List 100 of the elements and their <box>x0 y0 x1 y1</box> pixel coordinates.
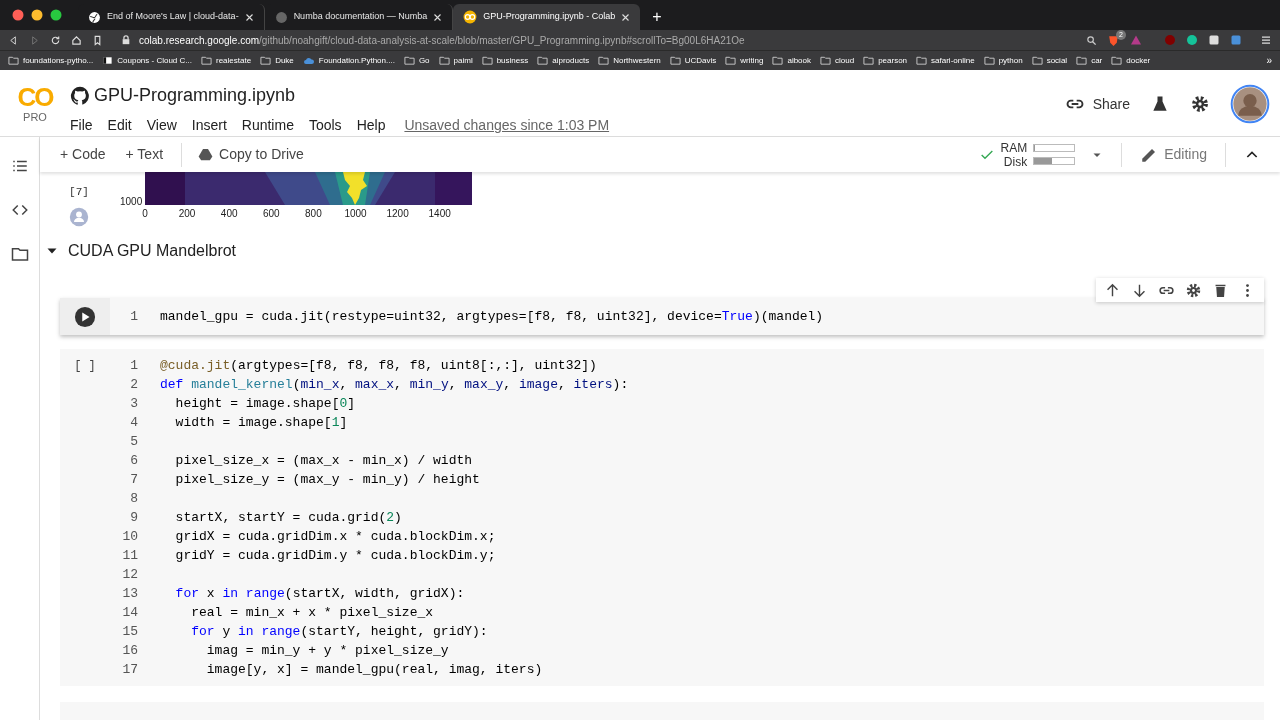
avatar-icon[interactable] <box>1230 84 1270 124</box>
github-icon <box>70 85 90 106</box>
circle-icon[interactable] <box>1186 34 1198 46</box>
close-icon[interactable] <box>621 12 631 22</box>
close-icon[interactable] <box>433 12 443 22</box>
square-icon[interactable] <box>1208 34 1220 46</box>
line-number: 4 <box>129 413 138 432</box>
add-code-button[interactable]: + Code <box>56 144 110 165</box>
folder-icon <box>537 55 549 66</box>
line-number: 7 <box>129 470 138 489</box>
move-up-icon[interactable] <box>1104 281 1121 299</box>
add-text-button[interactable]: + Text <box>121 144 168 165</box>
settings-icon[interactable] <box>1190 94 1210 114</box>
axis-tick-label: 600 <box>262 207 280 221</box>
bookmark-item[interactable]: docker <box>1111 54 1151 67</box>
unsaved-changes-link[interactable]: Unsaved changes since 1:03 PM <box>404 115 610 136</box>
execution-count: [ ] <box>74 358 96 375</box>
bookmark-item[interactable]: cloud <box>820 54 855 67</box>
line-number: 13 <box>121 584 138 603</box>
share-button[interactable]: Share <box>1064 93 1130 115</box>
line-number: 2 <box>129 375 138 394</box>
code-line: for x in range(startX, width, gridX): <box>174 584 465 603</box>
menu-item[interactable]: View <box>146 115 177 136</box>
axis-tick-label: 200 <box>178 207 196 221</box>
bookmark-item[interactable]: writing <box>725 54 764 67</box>
folder-icon[interactable] <box>10 245 29 263</box>
user-icon <box>69 206 89 227</box>
drive-icon <box>198 147 214 162</box>
folder-icon <box>598 55 610 66</box>
menu-icon[interactable] <box>1260 34 1272 46</box>
window-control-icon[interactable] <box>50 9 62 21</box>
reload-icon[interactable] <box>50 34 61 46</box>
editing-mode-button[interactable]: Editing <box>1140 144 1207 165</box>
globe-icon <box>274 10 288 24</box>
tab-title: End of Moore's Law | cloud-data- <box>107 10 239 24</box>
resource-label: Disk <box>1003 154 1028 169</box>
home-icon[interactable] <box>71 34 82 46</box>
flask-icon[interactable] <box>1150 94 1170 114</box>
menu-item[interactable]: Help <box>356 115 386 136</box>
menu-item[interactable]: Edit <box>107 115 132 136</box>
bookmark-item[interactable]: safari-online <box>916 54 975 67</box>
line-number: 15 <box>121 622 138 641</box>
bookmark-item[interactable]: aibook <box>772 54 811 67</box>
bookmark-item[interactable]: foundations-pytho... <box>8 54 94 67</box>
colab-logo-icon <box>463 10 478 24</box>
line-number: 6 <box>129 451 138 470</box>
tab-title: GPU-Programming.ipynb - Colab <box>483 10 616 24</box>
settings-icon[interactable] <box>1185 281 1202 299</box>
more-bookmarks-button[interactable]: » <box>1266 53 1272 68</box>
bookmark-item[interactable]: Go <box>403 54 430 67</box>
axis-tick-label: 1400 <box>428 207 451 221</box>
bookmark-item[interactable]: pearson <box>863 54 908 67</box>
bookmark-icon[interactable] <box>92 34 103 46</box>
menu-item[interactable]: Insert <box>191 115 227 136</box>
bookmark-item[interactable]: car <box>1076 54 1103 67</box>
line-number: 5 <box>129 432 138 451</box>
line-number: 17 <box>121 660 138 679</box>
globe-icon <box>88 10 101 24</box>
bookmark-item[interactable]: python <box>983 54 1023 67</box>
execution-count: [7] <box>69 185 89 200</box>
bookmark-item[interactable]: paiml <box>438 54 473 67</box>
line-number: 3 <box>129 394 138 413</box>
close-icon[interactable] <box>244 12 254 22</box>
menu-item[interactable]: Tools <box>308 115 342 136</box>
copy-to-drive-button[interactable]: Copy to Drive <box>198 144 304 165</box>
bookmark-item[interactable]: Foundation.Python.... <box>302 54 395 67</box>
bookmark-item[interactable]: Duke <box>260 54 294 67</box>
code-line: real = min_x + x * pixel_size_x <box>190 603 434 622</box>
code-line: pixel_size_y = (max_y - min_y) / height <box>174 470 480 489</box>
notebook-title[interactable]: GPU-Programming.ipynb <box>94 82 296 109</box>
folder-icon <box>201 55 212 66</box>
back-icon[interactable] <box>8 34 19 46</box>
bookmark-item[interactable]: Northwestern <box>598 54 661 67</box>
folder-icon <box>820 55 831 66</box>
menu-item[interactable]: File <box>70 115 93 136</box>
resource-label: RAM <box>1000 140 1028 155</box>
run-cell-icon[interactable] <box>74 306 96 328</box>
code-cell[interactable]: 1 mandel_gpu = cuda.jit(restype=uint32, argtypes=[f8, f8, uint32], device=True)(mandel) <box>60 298 1264 335</box>
bookmark-item[interactable]: social <box>1031 54 1068 67</box>
window-control-icon[interactable] <box>31 9 43 21</box>
bookmark-item[interactable]: business <box>481 54 529 67</box>
folder-icon <box>863 55 875 66</box>
axis-tick-label: 0 <box>142 207 148 221</box>
folder-icon <box>438 55 450 66</box>
folder-icon <box>772 55 784 66</box>
browser-tab[interactable]: GPU-Programming.ipynb - Colab <box>453 4 641 30</box>
code-line: height = image.shape[0] <box>174 394 356 413</box>
line-number: 12 <box>121 565 138 584</box>
resources-button[interactable]: RAM Disk <box>978 140 1104 169</box>
bookmark-item[interactable]: aiproducts <box>537 54 590 67</box>
folder-icon <box>1111 55 1123 66</box>
bookmark-item[interactable]: UCDavis <box>669 54 717 67</box>
bookmark-item[interactable]: realestate <box>201 54 252 67</box>
bookmark-item[interactable]: Coupons - Cloud C... <box>102 54 192 67</box>
square-icon[interactable] <box>1230 34 1242 46</box>
new-tab-button[interactable]: + <box>640 4 674 30</box>
url-text[interactable]: colab.research.google.com/github/noahgift/cloud-data-analysis-at-scale/blob/master/GPU_Programming.ipynb#scrollTo=Bg00L6HA21Oe <box>139 32 745 48</box>
menu-item[interactable]: Runtime <box>241 115 294 136</box>
line-number: 10 <box>121 527 138 546</box>
window-control-icon[interactable] <box>12 9 24 21</box>
